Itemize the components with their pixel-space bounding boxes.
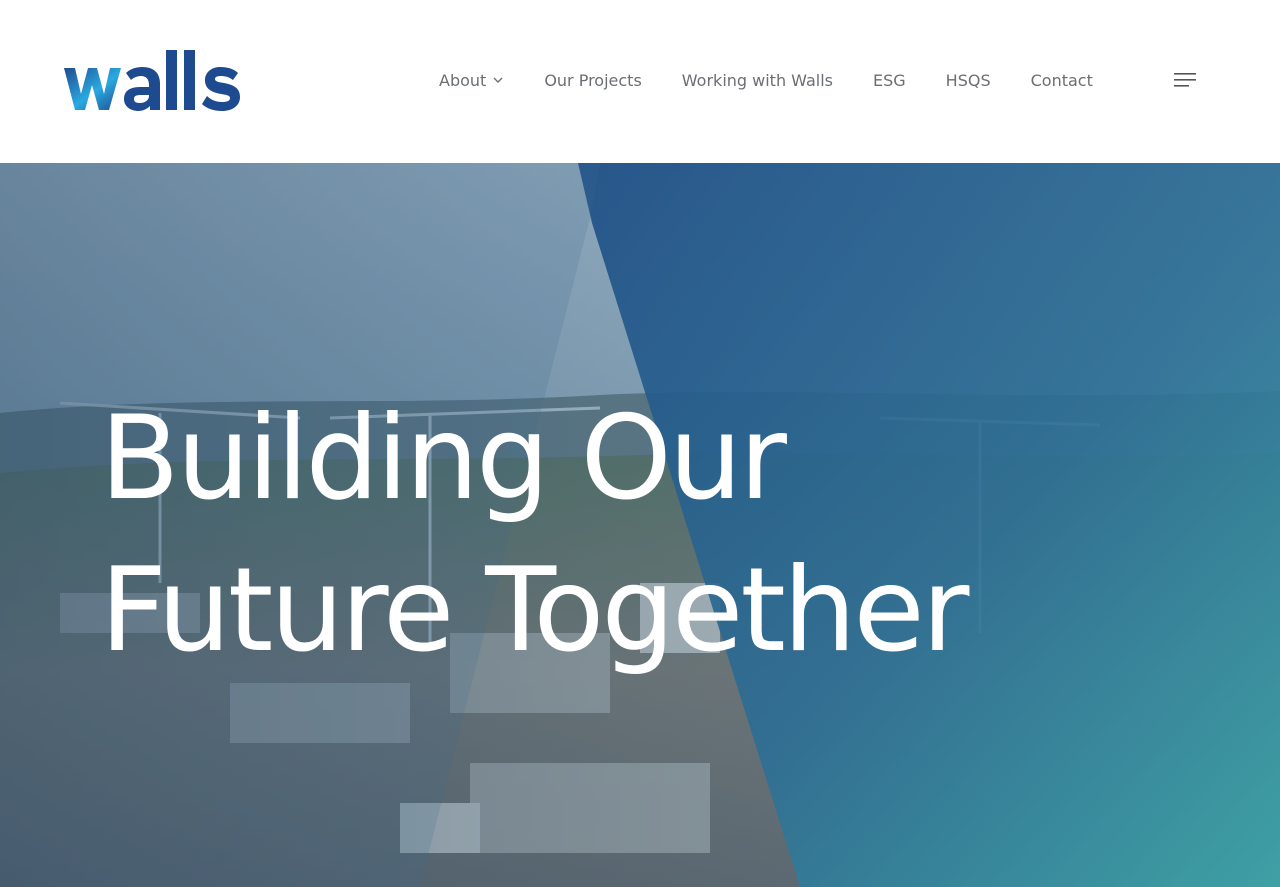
nav-esg-label: ESG [873,70,906,90]
nav-working-with-walls-label: Working with Walls [681,70,833,90]
walls-logo-mark [64,50,240,111]
nav-item-about[interactable]: About [439,71,504,90]
nav-contact-label: Contact [1030,70,1093,90]
nav-hsqs-label: HSQS [945,70,991,90]
nav-item-working-with-walls[interactable]: Working with Walls [682,71,833,90]
hero-section: Building Our Future Together [0,163,1280,887]
nav-about-label: About [439,70,487,90]
nav-item-our-projects[interactable]: Our Projects [544,71,641,90]
chevron-down-icon [492,74,504,86]
walls-logo[interactable] [64,48,252,112]
hero-headline-line-2: Future Together [100,543,969,678]
nav-item-contact[interactable]: Contact [1031,71,1093,90]
nav-item-esg[interactable]: ESG [873,71,906,90]
hamburger-icon[interactable] [1172,70,1198,90]
site-header: About Our Projects Working with Walls ES… [0,0,1280,163]
hero-headline: Building Our Future Together [100,383,1100,687]
nav-item-hsqs[interactable]: HSQS [946,71,991,90]
nav-our-projects-label: Our Projects [544,70,642,90]
main-nav: About Our Projects Working with Walls ES… [439,66,1093,94]
hero-headline-line-1: Building Our [100,391,787,526]
